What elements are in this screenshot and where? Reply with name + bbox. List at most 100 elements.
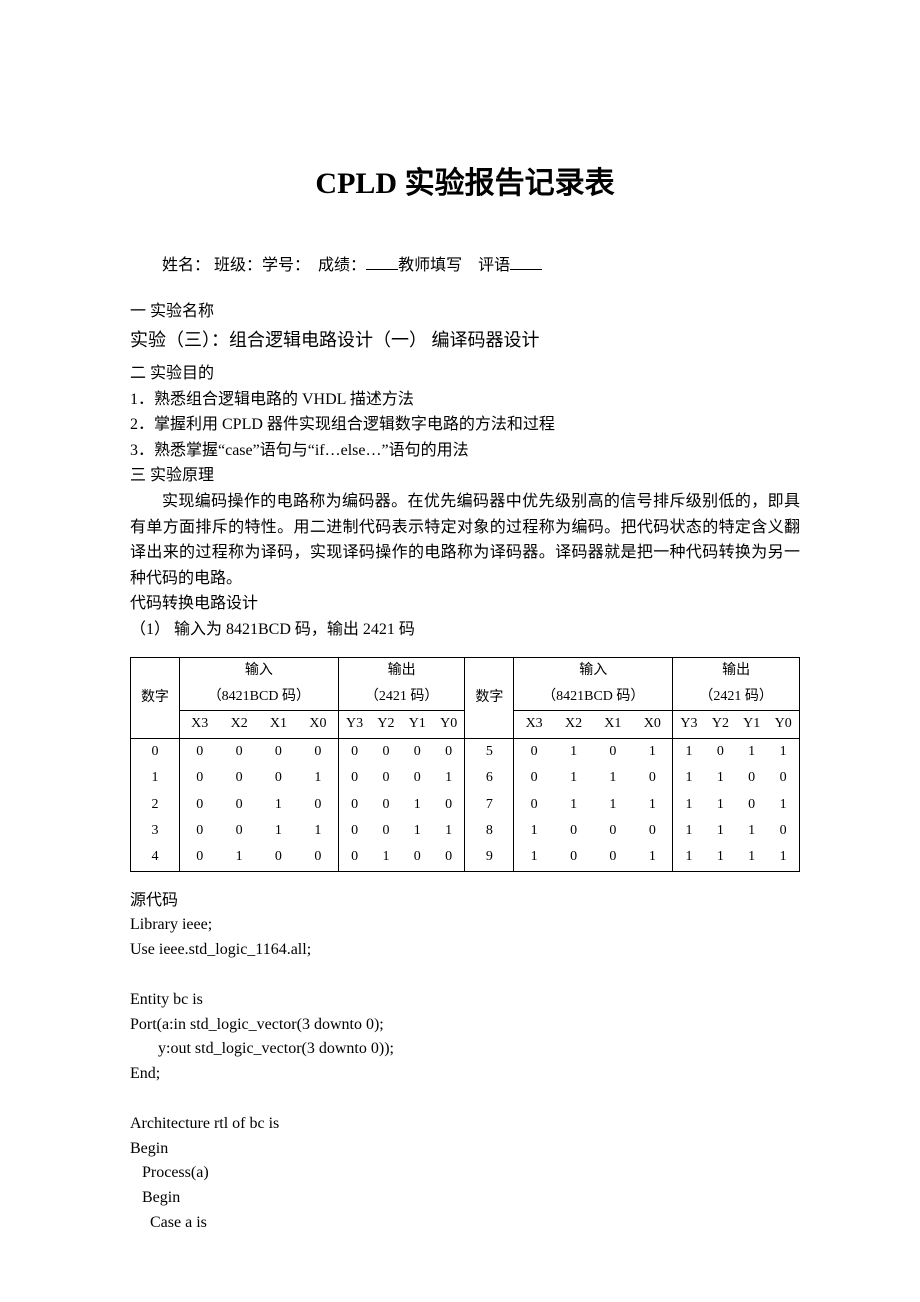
col-y0-2: Y0: [767, 711, 799, 738]
table-cell: 1: [433, 818, 465, 844]
grade-label: 成绩：: [318, 257, 366, 274]
col-y0-1: Y0: [433, 711, 465, 738]
table-cell: 0: [767, 818, 799, 844]
table-cell: 0: [514, 792, 554, 818]
table-cell: 0: [370, 738, 401, 765]
table-cell: 0: [370, 792, 401, 818]
col-input-2: 输入: [514, 657, 673, 684]
table-cell: 0: [370, 818, 401, 844]
section-1-heading: 一 实验名称: [130, 299, 800, 325]
table-cell: 1: [514, 844, 554, 871]
table-cell: 1: [402, 792, 433, 818]
table-cell: 3: [131, 818, 180, 844]
table-cell: 0: [298, 844, 338, 871]
table-cell: 0: [402, 844, 433, 871]
table-cell: 0: [433, 792, 465, 818]
table-cell: 0: [259, 844, 298, 871]
table-cell: 1: [131, 765, 180, 791]
table-cell: 1: [767, 738, 799, 765]
table-cell: 1: [259, 792, 298, 818]
table-cell: 0: [593, 818, 632, 844]
student-info-line: 姓名： 班级：学号： 成绩： 教师填写 评语: [130, 253, 800, 279]
section-3-heading: 三 实验原理: [130, 463, 800, 489]
table-cell: 0: [179, 792, 219, 818]
table-cell: 1: [259, 818, 298, 844]
table-cell: 0: [433, 738, 465, 765]
table-cell: 1: [402, 818, 433, 844]
table-cell: 0: [767, 765, 799, 791]
table-cell: 1: [554, 738, 593, 765]
table-cell: 1: [370, 844, 401, 871]
col-digit-1: 数字: [131, 657, 180, 738]
col-x3-2: X3: [514, 711, 554, 738]
col-y3-2: Y3: [673, 711, 705, 738]
table-cell: 1: [736, 818, 767, 844]
table-cell: 1: [705, 844, 736, 871]
table-cell: 1: [632, 844, 672, 871]
table-cell: 1: [433, 765, 465, 791]
col-input-1: 输入: [179, 657, 338, 684]
table-cell: 0: [131, 738, 180, 765]
table-cell: 0: [736, 792, 767, 818]
principle-paragraph: 实现编码操作的电路称为编码器。在优先编码器中优先级别高的信号排斥级别低的，即具有…: [130, 489, 800, 591]
table-cell: 0: [220, 818, 259, 844]
table-cell: 1: [514, 818, 554, 844]
objective-2: 2．掌握利用 CPLD 器件实现组合逻辑数字电路的方法和过程: [130, 412, 800, 438]
table-cell: 0: [298, 738, 338, 765]
col-y3-1: Y3: [338, 711, 370, 738]
sid-label: 学号：: [262, 257, 310, 274]
table-cell: 1: [767, 844, 799, 871]
col-output-1: 输出: [338, 657, 465, 684]
table-cell: 0: [179, 738, 219, 765]
table-cell: 7: [465, 792, 514, 818]
table-cell: 0: [259, 738, 298, 765]
col-x0-1: X0: [298, 711, 338, 738]
col-y1-2: Y1: [736, 711, 767, 738]
col-x3-1: X3: [179, 711, 219, 738]
table-cell: 1: [673, 765, 705, 791]
col-y2-1: Y2: [370, 711, 401, 738]
table-cell: 0: [705, 738, 736, 765]
page-title: CPLD 实验报告记录表: [130, 160, 800, 208]
table-cell: 9: [465, 844, 514, 871]
table-cell: 0: [554, 844, 593, 871]
comment-label: 评语: [478, 257, 510, 274]
table-cell: 1: [298, 818, 338, 844]
table-cell: 1: [705, 792, 736, 818]
table-cell: 0: [593, 738, 632, 765]
col-x2-2: X2: [554, 711, 593, 738]
comment-blank: [510, 269, 542, 270]
table-cell: 0: [220, 792, 259, 818]
name-label: 姓名：: [162, 257, 210, 274]
table-cell: 1: [673, 738, 705, 765]
table-cell: 1: [673, 792, 705, 818]
table-cell: 0: [220, 738, 259, 765]
bcd-2421-table: 数字 输入 输出 数字 输入 输出 （8421BCD 码） （2421 码） （…: [130, 657, 800, 872]
table-cell: 5: [465, 738, 514, 765]
col-x1-1: X1: [259, 711, 298, 738]
col-output-sub-1: （2421 码）: [338, 684, 465, 711]
class-label: 班级：: [214, 257, 262, 274]
table-cell: 0: [736, 765, 767, 791]
table-cell: 0: [402, 765, 433, 791]
col-x2-1: X2: [220, 711, 259, 738]
col-y1-1: Y1: [402, 711, 433, 738]
table-cell: 0: [632, 765, 672, 791]
col-x0-2: X0: [632, 711, 672, 738]
table-cell: 1: [673, 818, 705, 844]
objective-1: 1．熟悉组合逻辑电路的 VHDL 描述方法: [130, 387, 800, 413]
table-cell: 0: [338, 844, 370, 871]
table-cell: 1: [593, 765, 632, 791]
objective-3: 3．熟悉掌握“case”语句与“if…else…”语句的用法: [130, 438, 800, 464]
col-y2-2: Y2: [705, 711, 736, 738]
table-cell: 1: [705, 765, 736, 791]
table-cell: 0: [338, 818, 370, 844]
grade-blank: [366, 269, 398, 270]
table-cell: 0: [338, 738, 370, 765]
section-2-heading: 二 实验目的: [130, 361, 800, 387]
teacher-label: 教师填写: [398, 257, 462, 274]
table-cell: 0: [514, 765, 554, 791]
table-cell: 1: [767, 792, 799, 818]
source-code: Library ieee; Use ieee.std_logic_1164.al…: [130, 913, 800, 1235]
subheading-code-convert: 代码转换电路设计: [130, 591, 800, 617]
